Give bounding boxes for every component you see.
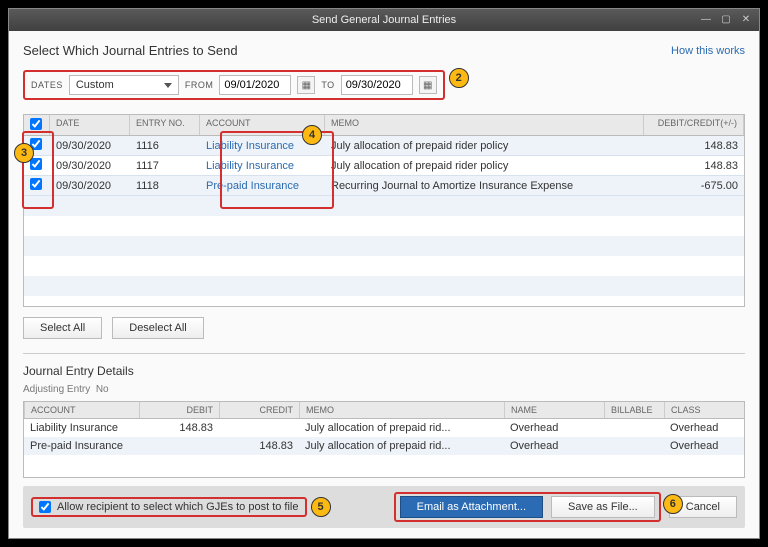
callout-3: 3: [14, 143, 34, 163]
detail-row[interactable]: Liability Insurance 148.83 July allocati…: [24, 419, 744, 437]
dcol-class[interactable]: CLASS: [664, 402, 744, 418]
detail-account: Pre-paid Insurance: [24, 440, 139, 452]
from-date-input[interactable]: [219, 75, 291, 95]
callout-2: 2: [449, 68, 469, 88]
col-debitcredit[interactable]: DEBIT/CREDIT(+/-): [644, 115, 744, 135]
row-memo: July allocation of prepaid rider policy: [325, 160, 644, 172]
detail-credit: 148.83: [219, 440, 299, 452]
action-buttons: Email as Attachment... Save as File... 6: [394, 492, 661, 522]
col-entryno[interactable]: ENTRY NO.: [130, 115, 200, 135]
dates-dropdown[interactable]: Custom: [69, 75, 179, 95]
allow-recipient-checkbox[interactable]: Allow recipient to select which GJEs to …: [31, 497, 307, 517]
row-memo: Recurring Journal to Amortize Insurance …: [325, 180, 644, 192]
detail-memo: July allocation of prepaid rid...: [299, 440, 504, 452]
separator: [23, 353, 745, 354]
table-row[interactable]: 09/30/2020 1116 Liability Insurance July…: [24, 136, 744, 156]
email-button[interactable]: Email as Attachment...: [400, 496, 543, 518]
col-memo[interactable]: MEMO: [325, 115, 644, 135]
callout-6: 6: [663, 494, 683, 514]
calendar-icon[interactable]: ▦: [297, 76, 315, 94]
row-entryno: 1117: [130, 160, 200, 172]
window: Send General Journal Entries — ▢ ✕ Selec…: [8, 8, 760, 539]
detail-class: Overhead: [664, 440, 744, 452]
details-grid: ACCOUNT DEBIT CREDIT MEMO NAME BILLABLE …: [23, 401, 745, 478]
row-amount: 148.83: [644, 160, 744, 172]
from-label: FROM: [185, 80, 214, 90]
content: Select Which Journal Entries to Send How…: [9, 31, 759, 538]
row-date: 09/30/2020: [50, 140, 130, 152]
detail-name: Overhead: [504, 440, 604, 452]
row-memo: July allocation of prepaid rider policy: [325, 140, 644, 152]
table-row[interactable]: 09/30/2020 1117 Liability Insurance July…: [24, 156, 744, 176]
detail-debit: 148.83: [139, 422, 219, 434]
minimize-icon[interactable]: —: [699, 12, 713, 26]
details-section: Journal Entry Details Adjusting Entry No…: [23, 364, 745, 478]
detail-row[interactable]: Pre-paid Insurance 148.83 July allocatio…: [24, 437, 744, 455]
help-link[interactable]: How this works: [671, 45, 745, 57]
filter-bar: DATES Custom FROM ▦ TO ▦ 2: [23, 70, 445, 100]
select-all-button[interactable]: Select All: [23, 317, 102, 339]
details-title: Journal Entry Details: [23, 364, 745, 378]
col-date[interactable]: DATE: [50, 115, 130, 135]
entries-grid: 3 4 DATE ENTRY NO. ACCOUNT MEMO DEBIT/CR…: [23, 114, 745, 307]
adjusting-label: Adjusting Entry: [23, 384, 90, 395]
titlebar: Send General Journal Entries — ▢ ✕: [9, 9, 759, 31]
table-row[interactable]: 09/30/2020 1118 Pre-paid Insurance Recur…: [24, 176, 744, 196]
dcol-billable[interactable]: BILLABLE: [604, 402, 664, 418]
save-file-button[interactable]: Save as File...: [551, 496, 655, 518]
empty-rows: [24, 196, 744, 306]
row-amount: 148.83: [644, 140, 744, 152]
dcol-account[interactable]: ACCOUNT: [24, 402, 139, 418]
allow-recipient-label: Allow recipient to select which GJEs to …: [57, 501, 299, 513]
empty-detail-row: [24, 455, 744, 477]
to-date-input[interactable]: [341, 75, 413, 95]
row-date: 09/30/2020: [50, 160, 130, 172]
callout-4: 4: [302, 125, 322, 145]
row-amount: -675.00: [644, 180, 744, 192]
section-title: Select Which Journal Entries to Send: [23, 43, 238, 58]
row-entryno: 1116: [130, 140, 200, 152]
dates-label: DATES: [31, 80, 63, 90]
detail-class: Overhead: [664, 422, 744, 434]
dcol-name[interactable]: NAME: [504, 402, 604, 418]
dcol-debit[interactable]: DEBIT: [139, 402, 219, 418]
row-date: 09/30/2020: [50, 180, 130, 192]
allow-recipient-input[interactable]: [39, 501, 51, 513]
close-icon[interactable]: ✕: [739, 12, 753, 26]
detail-memo: July allocation of prepaid rid...: [299, 422, 504, 434]
footer-bar: Allow recipient to select which GJEs to …: [23, 486, 745, 528]
grid-header: DATE ENTRY NO. ACCOUNT MEMO DEBIT/CREDIT…: [24, 115, 744, 136]
window-title: Send General Journal Entries: [312, 14, 456, 26]
maximize-icon[interactable]: ▢: [719, 12, 733, 26]
callout-5: 5: [311, 497, 331, 517]
dcol-memo[interactable]: MEMO: [299, 402, 504, 418]
detail-name: Overhead: [504, 422, 604, 434]
calendar-icon[interactable]: ▦: [419, 76, 437, 94]
adjusting-value: No: [96, 384, 109, 395]
deselect-all-button[interactable]: Deselect All: [112, 317, 203, 339]
to-label: TO: [321, 80, 334, 90]
detail-account: Liability Insurance: [24, 422, 139, 434]
dcol-credit[interactable]: CREDIT: [219, 402, 299, 418]
row-entryno: 1118: [130, 180, 200, 192]
